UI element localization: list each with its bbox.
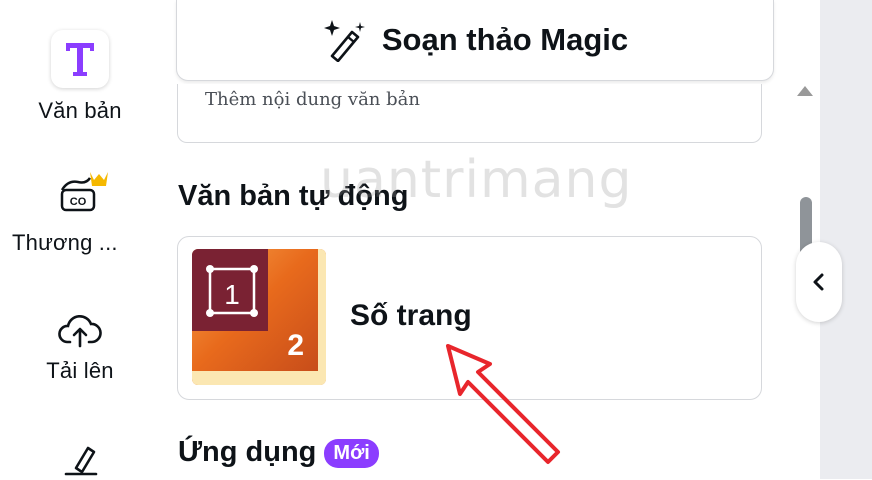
draw-pen-icon bbox=[64, 446, 98, 476]
apps-title: Ứng dụng bbox=[178, 436, 317, 468]
sidebar-item-uploads[interactable]: Tải lên bbox=[0, 310, 160, 384]
page-number-thumbnail: 1 2 bbox=[192, 249, 326, 385]
magic-wand-icon bbox=[323, 20, 365, 62]
sidebar-item-brand[interactable]: CO Thương ... bbox=[0, 168, 160, 256]
svg-text:CO: CO bbox=[70, 196, 87, 208]
new-badge: Mới bbox=[324, 438, 379, 468]
apps-heading: Ứng dụng Mới bbox=[178, 436, 379, 469]
add-text-field[interactable]: Thêm nội dung văn bản bbox=[177, 84, 762, 143]
cloud-upload-icon bbox=[58, 314, 102, 348]
thumb-page-number: 2 bbox=[287, 329, 304, 362]
magic-write-button[interactable]: Soạn thảo Magic bbox=[176, 0, 774, 81]
scroll-up-arrow-icon[interactable] bbox=[797, 86, 813, 96]
sidebar-item-text[interactable]: Văn bản bbox=[0, 30, 160, 124]
canvas-area bbox=[820, 0, 872, 479]
text-placeholder: Thêm nội dung văn bản bbox=[205, 89, 420, 110]
thumb-box-number: 1 bbox=[224, 279, 240, 310]
brand-crown-icon: CO bbox=[60, 172, 108, 212]
magic-write-label: Soạn thảo Magic bbox=[381, 22, 629, 57]
sidebar-item-label: Văn bản bbox=[38, 98, 122, 123]
sidebar-item-label: Thương ... bbox=[12, 230, 118, 255]
watermark: uantrimang bbox=[320, 150, 633, 210]
chevron-left-icon bbox=[813, 273, 824, 291]
red-arrow-annotation bbox=[446, 344, 560, 464]
left-sidebar: Văn bản CO Thương ... Tải lên bbox=[0, 0, 160, 479]
collapse-panel-button[interactable] bbox=[796, 242, 842, 322]
text-t-icon bbox=[51, 30, 109, 88]
sidebar-item-label: Tải lên bbox=[46, 358, 114, 383]
page-number-box-icon: 1 bbox=[206, 265, 258, 317]
sidebar-item-draw[interactable] bbox=[0, 440, 160, 480]
page-number-label: Số trang bbox=[350, 299, 472, 332]
